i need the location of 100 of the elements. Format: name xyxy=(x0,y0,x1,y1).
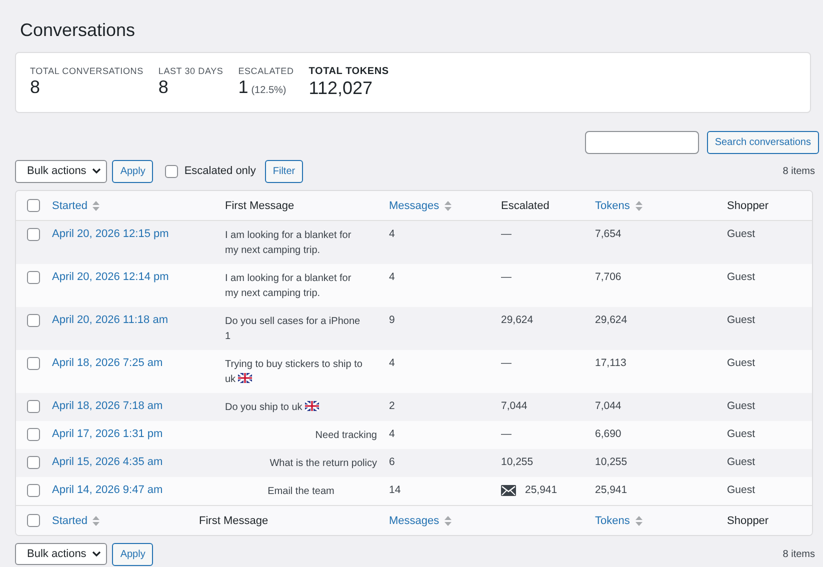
sort-icon xyxy=(634,514,643,526)
column-sort-link[interactable]: Tokens xyxy=(595,200,643,212)
stat-value: 8 xyxy=(158,77,168,98)
table-cell: 7,654 xyxy=(595,228,622,240)
apply-button[interactable]: Apply xyxy=(112,160,154,182)
row-checkbox[interactable] xyxy=(27,484,40,497)
stat-value: 1 xyxy=(238,77,248,98)
search-button[interactable]: Search conversations xyxy=(706,131,819,154)
message-text: Do you sell cases for a iPhone 1 xyxy=(225,315,362,344)
chevron-icon xyxy=(92,168,102,174)
column-sort-link[interactable]: Started xyxy=(52,200,100,212)
table-cell: Guest xyxy=(727,456,756,468)
select-all-checkbox[interactable] xyxy=(27,514,40,527)
item-count: 8 items xyxy=(782,166,815,176)
stat-label: TOTAL CONVERSATIONS xyxy=(30,66,144,76)
table-cell: 29,624 xyxy=(595,314,628,326)
checkbox[interactable] xyxy=(165,164,178,178)
table-cell: 17,113 xyxy=(595,357,626,369)
bulk-actions-dropdown[interactable]: Bulk actions xyxy=(15,543,108,565)
row-checkbox[interactable] xyxy=(27,428,40,441)
stat-value: 8 xyxy=(30,77,40,98)
table-cell: 25,941 xyxy=(525,484,558,496)
column-header: First Message xyxy=(199,514,268,526)
stat-value: 112,027 xyxy=(308,78,372,99)
sort-icon xyxy=(92,200,100,212)
table-cell: Guest xyxy=(727,428,756,440)
row-checkbox[interactable] xyxy=(27,456,40,469)
table-cell: — xyxy=(501,228,512,240)
table-cell: 29,624 xyxy=(501,314,534,326)
date-link[interactable]: April 20, 2026 11:18 am xyxy=(52,314,168,326)
table-cell: 9 xyxy=(389,314,395,326)
filter-button[interactable]: Filter xyxy=(264,160,304,182)
column-sort-link[interactable]: Messages xyxy=(389,514,452,526)
sort-icon xyxy=(634,200,643,212)
message-text: I am looking for a blanket for my next camping trip. xyxy=(225,272,352,301)
page-title: Conversations xyxy=(19,19,136,42)
table-cell: 7,044 xyxy=(501,400,528,412)
column-sort-link[interactable]: Started xyxy=(52,514,100,526)
date-link[interactable]: April 18, 2026 7:25 am xyxy=(52,357,163,369)
table-cell: — xyxy=(501,428,512,440)
date-link[interactable]: April 20, 2026 12:15 pm xyxy=(52,228,169,240)
search-field[interactable] xyxy=(584,131,699,154)
table-cell: 4 xyxy=(389,228,395,240)
column-header: First Message xyxy=(225,200,294,212)
sort-icon xyxy=(444,514,452,526)
row-checkbox[interactable] xyxy=(27,357,40,370)
date-link[interactable]: April 20, 2026 12:14 pm xyxy=(52,271,169,283)
table-cell: 4 xyxy=(389,357,395,369)
message-text: I am looking for a blanket for my next camping trip. xyxy=(225,229,352,258)
apply-button[interactable]: Apply xyxy=(112,542,154,566)
table-cell: Guest xyxy=(727,357,756,369)
table-cell: 4 xyxy=(389,271,395,283)
table-cell: — xyxy=(501,271,512,283)
table-cell: 10,255 xyxy=(501,456,534,468)
checkbox-label: Escalated only xyxy=(184,165,256,177)
column-sort-link[interactable]: Tokens xyxy=(595,514,643,526)
sort-icon xyxy=(92,514,100,526)
flag-icon xyxy=(305,401,320,411)
table-cell: Guest xyxy=(727,271,756,283)
table-cell: 4 xyxy=(389,428,395,440)
table-cell: Guest xyxy=(727,400,756,412)
date-link[interactable]: April 14, 2026 9:47 am xyxy=(52,484,163,496)
message-text: Do you ship to uk xyxy=(225,400,320,415)
table-cell: 6 xyxy=(389,456,395,468)
chevron-icon xyxy=(92,551,102,557)
select-all-checkbox[interactable] xyxy=(27,199,40,212)
row-checkbox[interactable] xyxy=(27,228,40,241)
row-checkbox[interactable] xyxy=(27,400,40,413)
table-cell: 2 xyxy=(389,400,395,412)
column-header: Shopper xyxy=(727,200,769,212)
column-sort-link[interactable]: Messages xyxy=(389,200,452,212)
table-cell: 10,255 xyxy=(595,456,628,468)
table-cell: Guest xyxy=(727,484,756,496)
table-cell: 6,690 xyxy=(595,428,622,440)
column-header: Shopper xyxy=(727,514,769,526)
date-link[interactable]: April 18, 2026 7:18 am xyxy=(52,400,163,412)
row-checkbox[interactable] xyxy=(27,314,40,327)
table-cell: 7,706 xyxy=(595,271,622,283)
table-cell: Guest xyxy=(727,314,756,326)
stat-note: (12.5%) xyxy=(251,85,286,96)
message-text: What is the return policy xyxy=(270,457,377,471)
mail-icon xyxy=(501,484,516,496)
table-cell: Guest xyxy=(727,228,756,240)
table-cell: 14 xyxy=(389,484,401,496)
row-checkbox[interactable] xyxy=(27,271,40,284)
item-count: 8 items xyxy=(782,548,815,560)
table-cell: 25,941 xyxy=(595,484,628,496)
date-link[interactable]: April 15, 2026 4:35 am xyxy=(52,456,163,468)
stat-label: ESCALATED xyxy=(238,66,294,76)
table-cell: — xyxy=(501,357,512,369)
table-cell: 7,044 xyxy=(595,400,622,412)
bulk-actions-dropdown[interactable]: Bulk actions xyxy=(15,160,108,182)
sort-icon xyxy=(444,200,452,212)
flag-icon xyxy=(238,373,252,383)
message-text: Need tracking xyxy=(315,429,377,443)
message-text: Email the team xyxy=(268,485,334,499)
stat-label: LAST 30 DAYS xyxy=(158,66,224,76)
date-link[interactable]: April 17, 2026 1:31 pm xyxy=(52,428,163,440)
message-text: Trying to buy stickers to ship to uk xyxy=(225,358,364,387)
column-header: Escalated xyxy=(501,200,550,212)
